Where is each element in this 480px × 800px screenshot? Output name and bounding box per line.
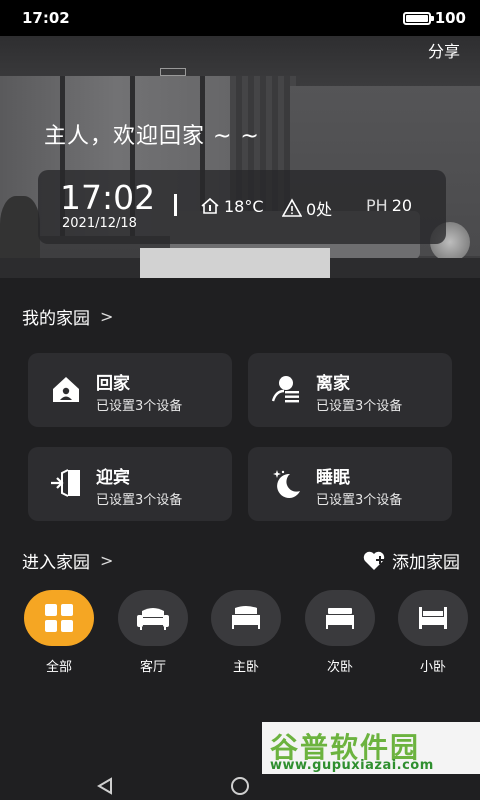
home-temperature-icon: [201, 197, 219, 214]
heart-plus-icon: [363, 551, 385, 570]
room-circle: [118, 590, 188, 646]
scene-name: 回家: [96, 374, 130, 394]
hero-table: [140, 248, 330, 278]
room-circle: [398, 590, 468, 646]
bed-icon: [419, 607, 447, 629]
scene-device-count: 已设置3个设备: [96, 399, 183, 414]
door-enter-icon: [51, 469, 80, 497]
hero-chair: [0, 196, 40, 266]
scene-card-home[interactable]: 回家 已设置3个设备: [28, 353, 232, 427]
info-divider: [174, 194, 177, 216]
bed-icon: [232, 606, 260, 629]
scene-card-leave[interactable]: 离家 已设置3个设备: [248, 353, 452, 427]
scene-device-count: 已设置3个设备: [316, 399, 403, 414]
battery-level: 100: [434, 9, 466, 27]
scene-card-welcome[interactable]: 迎宾 已设置3个设备: [28, 447, 232, 521]
battery-icon: [402, 11, 434, 25]
info-card: 17:02 2021/12/18 18°C 0处 PH 20: [38, 170, 446, 244]
my-home-title: 我的家园: [22, 309, 90, 329]
watermark: 谷普软件园 www.gupuxiazai.com: [262, 722, 480, 774]
room-tab-living[interactable]: 客厅: [118, 590, 188, 675]
room-label: 次卧: [326, 660, 353, 675]
chevron-right-icon: >: [100, 307, 114, 326]
room-tab-small-bedroom[interactable]: 小卧: [398, 590, 468, 675]
battery-indicator: 100: [402, 9, 466, 27]
back-icon[interactable]: [96, 776, 114, 796]
grid-icon: [45, 604, 73, 632]
clock-time: 17:02: [60, 178, 156, 217]
scene-card-sleep[interactable]: 睡眠 已设置3个设备: [248, 447, 452, 521]
add-home-button[interactable]: 添加家园: [362, 548, 460, 573]
scene-name: 迎宾: [96, 468, 130, 488]
room-circle: [305, 590, 375, 646]
add-home-label: 添加家园: [392, 553, 460, 573]
ph-item: PH 20: [366, 196, 412, 215]
status-time: 17:02: [22, 9, 70, 27]
scene-name: 离家: [316, 374, 350, 394]
room-tab-master-bedroom[interactable]: 主卧: [211, 590, 281, 675]
enter-home-header[interactable]: 进入家园 >: [22, 548, 113, 573]
home-nav-icon[interactable]: [231, 777, 249, 795]
warning-icon: [282, 198, 302, 217]
my-home-header[interactable]: 我的家园 >: [22, 304, 113, 329]
ph-value: 20: [391, 196, 413, 215]
room-circle: [24, 590, 94, 646]
chevron-right-icon: >: [100, 551, 114, 570]
alert-item: 0处: [282, 196, 332, 220]
room-tab-second-bedroom[interactable]: 次卧: [305, 590, 375, 675]
room-circle: [211, 590, 281, 646]
enter-home-title: 进入家园: [22, 553, 90, 573]
temperature-value: 18°C: [224, 196, 264, 216]
watermark-url: www.gupuxiazai.com: [270, 758, 434, 773]
welcome-text: 主人，欢迎回家 ~ ~: [44, 124, 260, 149]
room-label: 客厅: [139, 660, 166, 675]
leave-icon: [271, 376, 299, 403]
sofa-icon: [137, 608, 169, 630]
room-label: 小卧: [419, 660, 446, 675]
home-icon: [53, 377, 79, 402]
share-button[interactable]: 分享: [428, 38, 460, 62]
scene-device-count: 已设置3个设备: [316, 493, 403, 508]
temperature-item: 18°C: [200, 196, 264, 216]
clock-date: 2021/12/18: [62, 216, 137, 231]
status-bar: 17:02 100: [0, 0, 480, 36]
system-nav-bar: [0, 774, 480, 800]
room-tab-all[interactable]: 全部: [24, 590, 94, 675]
ph-label: PH: [366, 196, 388, 215]
ceiling-light: [160, 68, 186, 76]
scene-name: 睡眠: [316, 468, 350, 488]
moon-stars-icon: [273, 470, 300, 498]
room-label: 全部: [45, 660, 72, 675]
room-label: 主卧: [232, 660, 259, 675]
alert-count: 0处: [306, 200, 333, 219]
bed-icon: [326, 608, 354, 629]
scene-device-count: 已设置3个设备: [96, 493, 183, 508]
